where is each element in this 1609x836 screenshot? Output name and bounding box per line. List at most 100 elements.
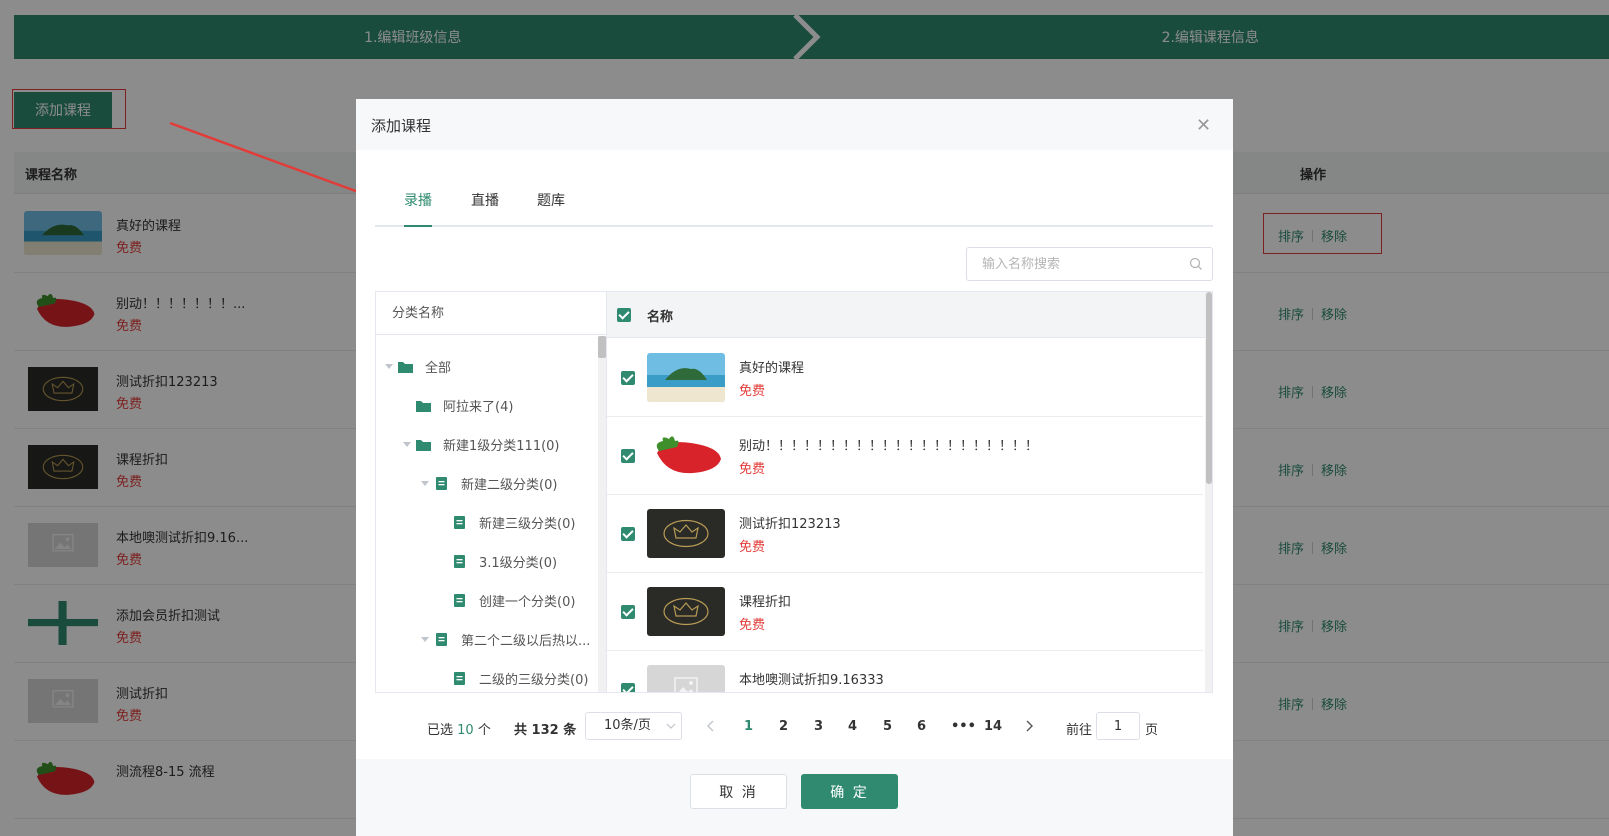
course-price: 免费	[739, 540, 766, 555]
page-number[interactable]: 1	[744, 719, 753, 734]
course-thumbnail	[647, 509, 725, 558]
course-row[interactable]: 真好的课程 免费	[607, 339, 1203, 417]
folder-icon	[416, 439, 431, 451]
caret-spacer	[438, 595, 448, 605]
tree-node-label: 全部	[425, 360, 452, 376]
document-icon	[454, 593, 465, 607]
course-row[interactable]: 课程折扣 免费	[607, 573, 1203, 651]
column-name: 名称	[647, 310, 674, 325]
category-tree: 分类名称 全部阿拉来了(4) 新建1级分类111(0) 新建二级分类(0) 新建三级分…	[375, 291, 607, 693]
image-placeholder-icon	[647, 665, 725, 692]
cancel-button[interactable]: 取 消	[690, 774, 787, 809]
next-page-icon[interactable]	[1024, 720, 1034, 732]
caret-spacer	[438, 556, 448, 566]
tree-node[interactable]: 阿拉来了(4)	[402, 395, 513, 415]
page-number[interactable]: 4	[848, 719, 857, 734]
tree-node-label: 阿拉来了(4)	[443, 399, 514, 415]
page-number[interactable]: 6	[917, 719, 926, 734]
course-price: 免费	[739, 618, 766, 633]
tree-node[interactable]: 全部	[384, 356, 451, 376]
document-icon	[436, 476, 447, 490]
search-box	[966, 247, 1213, 281]
tree-scrollbar[interactable]	[598, 336, 606, 692]
confirm-button[interactable]: 确 定	[801, 774, 898, 809]
select-all-checkbox[interactable]	[617, 308, 631, 322]
search-icon[interactable]	[1189, 257, 1203, 271]
crown-image	[647, 587, 725, 636]
course-list-header: 名称	[607, 292, 1212, 338]
tab-live[interactable]: 直播	[471, 190, 499, 210]
tree-node-label: 二级的三级分类(0)	[479, 672, 589, 688]
close-icon[interactable]: ✕	[1196, 115, 1211, 136]
row-checkbox[interactable]	[621, 371, 635, 385]
chevron-down-icon	[666, 723, 676, 729]
course-type-tabs: 录播 直播 题库	[375, 179, 1213, 227]
caret-down-icon[interactable]	[420, 478, 430, 488]
tab-question-bank[interactable]: 题库	[537, 190, 565, 210]
course-title: 本地噢测试折扣9.16333	[739, 673, 884, 688]
pagination: 已选 10 个 共 132 条 10条/页 1 2 3 4 5 6 ••• 14 前往 页	[356, 712, 1233, 742]
sea-island-image	[647, 353, 725, 402]
row-checkbox[interactable]	[621, 683, 635, 692]
caret-spacer	[438, 673, 448, 683]
course-title: 测试折扣123213	[739, 517, 841, 532]
tree-node[interactable]: 二级的三级分类(0)	[438, 668, 588, 688]
list-scrollbar[interactable]	[1205, 292, 1212, 692]
course-thumbnail	[647, 587, 725, 636]
course-price: 免费	[739, 384, 766, 399]
selected-suffix: 个	[477, 723, 491, 738]
tree-node[interactable]: 新建三级分类(0)	[438, 512, 575, 532]
more-pages-icon[interactable]: •••	[951, 719, 976, 734]
tree-node[interactable]: 新建1级分类111(0)	[402, 434, 560, 454]
goto-prefix: 前往	[1066, 723, 1093, 738]
tab-recorded[interactable]: 录播	[404, 190, 432, 210]
course-row[interactable]: 本地噢测试折扣9.16333	[607, 651, 1203, 692]
tree-node-label: 新建三级分类(0)	[479, 516, 576, 532]
search-input[interactable]	[968, 249, 1178, 279]
selected-prefix: 已选	[427, 723, 454, 738]
course-title: 课程折扣	[739, 595, 792, 610]
page-size-select[interactable]: 10条/页	[585, 712, 682, 740]
row-checkbox[interactable]	[621, 449, 635, 463]
folder-icon	[398, 361, 413, 373]
goto-page-input[interactable]	[1096, 712, 1140, 740]
page-number[interactable]: 2	[779, 719, 788, 734]
caret-spacer	[402, 400, 412, 410]
course-title: 别动！！！！！！！！！！！！！！！！！！！！！	[739, 439, 1039, 454]
add-course-dialog: 添加课程 ✕ 录播 直播 题库 分类名称 全部阿拉来了(4) 新建1级分类111(…	[356, 99, 1233, 836]
course-row[interactable]: 测试折扣123213 免费	[607, 495, 1203, 573]
caret-down-icon[interactable]	[402, 439, 412, 449]
tree-node[interactable]: 新建二级分类(0)	[420, 473, 557, 493]
dialog-footer: 取 消 确 定	[356, 759, 1233, 836]
tree-node-label: 新建1级分类111(0)	[443, 438, 560, 454]
page-number[interactable]: 3	[814, 719, 823, 734]
course-thumbnail	[647, 353, 725, 402]
caret-down-icon[interactable]	[384, 361, 394, 371]
row-checkbox[interactable]	[621, 527, 635, 541]
total-count: 共 132 条	[514, 723, 577, 738]
page-number[interactable]: 14	[984, 719, 1002, 734]
page-number[interactable]: 5	[883, 719, 892, 734]
tree-node[interactable]: 创建一个分类(0)	[438, 590, 575, 610]
course-row[interactable]: 别动！！！！！！！！！！！！！！！！！！！！！ 免费	[607, 417, 1203, 495]
tree-node-label: 3.1级分类(0)	[479, 555, 558, 571]
document-icon	[436, 632, 447, 646]
prev-page-icon[interactable]	[706, 720, 716, 732]
caret-spacer	[438, 517, 448, 527]
selected-count-label: 已选 10 个	[427, 719, 491, 738]
tree-node[interactable]: 第二个二级以后热以...	[420, 629, 590, 649]
tree-node[interactable]: 3.1级分类(0)	[438, 551, 557, 571]
row-checkbox[interactable]	[621, 605, 635, 619]
caret-down-icon[interactable]	[420, 634, 430, 644]
dialog-header: 添加课程 ✕	[356, 99, 1233, 150]
selected-count: 10	[457, 723, 474, 738]
dialog-title: 添加课程	[371, 117, 432, 135]
goto-suffix: 页	[1145, 723, 1159, 738]
document-icon	[454, 554, 465, 568]
course-thumbnail	[647, 665, 725, 692]
category-tree-header: 分类名称	[376, 292, 606, 335]
tree-scrollbar-thumb[interactable]	[598, 336, 606, 358]
list-scrollbar-thumb[interactable]	[1206, 292, 1212, 484]
folder-icon	[416, 400, 431, 412]
active-tab-indicator	[404, 225, 432, 227]
